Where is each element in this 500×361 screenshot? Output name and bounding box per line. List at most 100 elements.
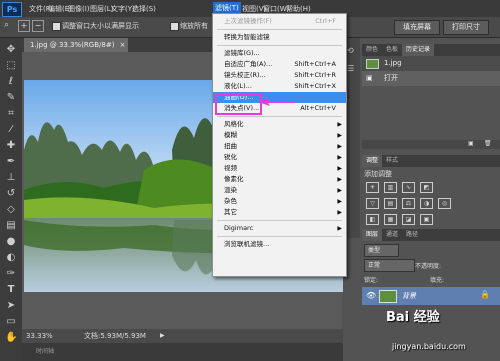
- fill-screen-button[interactable]: 填充屏幕: [394, 20, 440, 35]
- print-size-button[interactable]: 打印尺寸: [443, 20, 489, 35]
- history-step-row[interactable]: ▣ 打开: [362, 71, 500, 86]
- close-tab-icon[interactable]: ×: [120, 38, 126, 52]
- crop-tool-icon[interactable]: ⌗: [5, 108, 17, 120]
- shape-tool-icon[interactable]: ▭: [5, 316, 17, 328]
- filter-menu-item-label: 杂色: [224, 197, 237, 205]
- tab-paths[interactable]: 路径: [402, 229, 422, 241]
- quick-select-icon[interactable]: ✎: [5, 92, 17, 104]
- delete-state-icon[interactable]: 🗑: [484, 140, 492, 147]
- history-brush-icon[interactable]: ↺: [5, 188, 17, 200]
- zoom-level[interactable]: 33.33%: [26, 329, 53, 343]
- filter-menu-item-label: 视频: [224, 164, 237, 172]
- marquee-tool-icon[interactable]: ⬚: [5, 60, 17, 72]
- layer-filter-kind[interactable]: 类型: [364, 244, 399, 257]
- zoom-out-icon[interactable]: −: [32, 20, 44, 32]
- menu-5[interactable]: 选择(S): [132, 4, 156, 14]
- menu-separator: [217, 236, 342, 237]
- filter-menu-item-label: 液化(L)...: [224, 82, 252, 90]
- filter-menu-item-shortcut: Shift+Ctrl+R: [294, 71, 336, 79]
- blend-mode-select[interactable]: 正常: [364, 259, 415, 272]
- snapshot-thumbnail: [366, 59, 379, 69]
- menu-2[interactable]: 图像(I): [68, 4, 90, 14]
- filter-menu-item[interactable]: 浏览联机滤镜...: [213, 239, 346, 250]
- dodge-tool-icon[interactable]: ◐: [5, 252, 17, 264]
- posterize-icon[interactable]: ▦: [384, 214, 397, 225]
- levels-icon[interactable]: ▥: [384, 182, 397, 193]
- filter-menu-item[interactable]: 锐化 ▶: [213, 152, 346, 163]
- eyedropper-icon[interactable]: ⁄: [5, 124, 17, 136]
- filter-menu-item[interactable]: 滤镜库(G)...: [213, 48, 346, 59]
- resize-window-label: 调整窗口大小以满屏显示: [62, 22, 139, 30]
- resize-window-checkbox[interactable]: [52, 22, 61, 31]
- mini-bridge-bar: 时间轴: [22, 343, 362, 361]
- filter-menu-item[interactable]: 杂色 ▶: [213, 196, 346, 207]
- curves-icon[interactable]: ∿: [402, 182, 415, 193]
- filter-menu-item[interactable]: 渲染 ▶: [213, 185, 346, 196]
- tab-color[interactable]: 颜色: [362, 44, 382, 56]
- blur-tool-icon[interactable]: ●: [5, 236, 17, 248]
- gradient-tool-icon[interactable]: ▤: [5, 220, 17, 232]
- filter-menu-item-label: 上次滤镜操作(F): [224, 17, 272, 25]
- zoom-all-label: 缩放所有: [180, 22, 208, 30]
- toolbox: ✥ ⬚ ℓ ✎ ⌗ ⁄ ✚ ✒ ⊥ ↺ ◇ ▤ ● ◐ ✑ T ➤ ▭ ✋: [0, 38, 23, 361]
- new-snapshot-icon[interactable]: ▣: [468, 140, 474, 147]
- annotation-arrow-icon: [258, 98, 296, 106]
- vibrance-icon[interactable]: ▽: [366, 198, 379, 209]
- exposure-icon[interactable]: ◩: [420, 182, 433, 193]
- filter-menu-item-label: 镜头校正(R)...: [224, 71, 266, 79]
- filter-menu-item[interactable]: 视频 ▶: [213, 163, 346, 174]
- filter-menu-item-shortcut: Shift+Ctrl+A: [294, 60, 336, 68]
- clone-stamp-icon[interactable]: ⊥: [5, 172, 17, 184]
- selective-color-icon[interactable]: ▣: [420, 214, 433, 225]
- filter-menu-item[interactable]: 液化(L)... Shift+Ctrl+X: [213, 81, 346, 92]
- brush-tool-icon[interactable]: ✒: [5, 156, 17, 168]
- filter-menu-item[interactable]: 模糊 ▶: [213, 130, 346, 141]
- hue-saturation-icon[interactable]: ▤: [384, 198, 397, 209]
- move-tool-icon[interactable]: ✥: [5, 44, 17, 56]
- filter-menu-item[interactable]: 镜头校正(R)... Shift+Ctrl+R: [213, 70, 346, 81]
- pen-tool-icon[interactable]: ✑: [5, 268, 17, 280]
- lasso-tool-icon[interactable]: ℓ: [5, 76, 17, 88]
- path-select-icon[interactable]: ➤: [5, 300, 17, 312]
- tab-layers[interactable]: 图层: [362, 229, 383, 241]
- tab-channels[interactable]: 通道: [382, 229, 402, 241]
- filter-menu-item-label: Digimarc: [224, 224, 254, 232]
- tab-adjustments[interactable]: 调整: [362, 155, 383, 167]
- filter-menu-item[interactable]: 自适应广角(A)... Shift+Ctrl+A: [213, 59, 346, 70]
- eraser-tool-icon[interactable]: ◇: [5, 204, 17, 216]
- color-balance-icon[interactable]: ⚖: [402, 198, 415, 209]
- adjustments-panel-tabs: 调整 样式: [362, 155, 500, 167]
- brightness-icon[interactable]: ☀: [366, 182, 379, 193]
- visibility-eye-icon[interactable]: 👁: [366, 291, 376, 300]
- menu-3[interactable]: 图层(L): [90, 4, 113, 14]
- menu-separator: [217, 29, 342, 30]
- submenu-arrow-icon: ▶: [337, 165, 342, 172]
- threshold-icon[interactable]: ◪: [402, 214, 415, 225]
- invert-icon[interactable]: ◧: [366, 214, 379, 225]
- filter-menu-item[interactable]: 风格化 ▶: [213, 119, 346, 130]
- history-snapshot-row[interactable]: 1.jpg: [362, 56, 500, 71]
- healing-brush-icon[interactable]: ✚: [5, 140, 17, 152]
- filter-menu-item[interactable]: 扭曲 ▶: [213, 141, 346, 152]
- history-panel-icon[interactable]: ⟲: [347, 46, 354, 55]
- properties-panel-icon[interactable]: ☰: [347, 64, 354, 73]
- submenu-arrow-icon: ▶: [337, 209, 342, 216]
- tab-swatches[interactable]: 色板: [382, 44, 402, 56]
- filter-menu-item[interactable]: 像素化 ▶: [213, 174, 346, 185]
- timeline-label[interactable]: 时间轴: [36, 343, 54, 361]
- baidu-watermark: Bai 经验: [386, 310, 440, 325]
- tab-styles[interactable]: 样式: [382, 155, 402, 167]
- filter-menu-item[interactable]: Digimarc ▶: [213, 223, 346, 234]
- zoom-all-checkbox[interactable]: [170, 22, 179, 31]
- layer-row-background[interactable]: 👁 背景 🔒: [362, 287, 500, 305]
- hand-tool-icon[interactable]: ✋: [5, 332, 17, 344]
- zoom-in-icon[interactable]: +: [18, 20, 30, 32]
- document-tab[interactable]: 1.jpg @ 33.3%(RGB/8#) ×: [24, 38, 129, 52]
- black-white-icon[interactable]: ◑: [420, 198, 433, 209]
- filter-menu-item[interactable]: 转换为智能滤镜: [213, 32, 346, 43]
- type-tool-icon[interactable]: T: [5, 284, 17, 296]
- status-arrow-icon[interactable]: ▶: [160, 329, 165, 343]
- filter-menu-item[interactable]: 其它 ▶: [213, 207, 346, 218]
- photo-filter-icon[interactable]: ◎: [438, 198, 451, 209]
- tab-history[interactable]: 历史记录: [402, 44, 435, 56]
